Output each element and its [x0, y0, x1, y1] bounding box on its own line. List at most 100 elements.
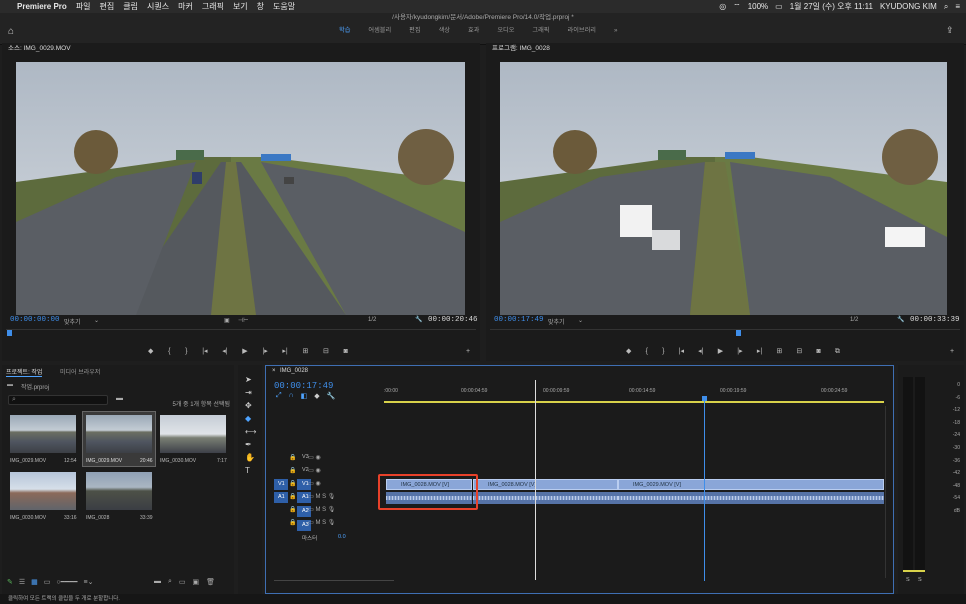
timeline-playhead-line[interactable]: [704, 401, 705, 581]
list-view-icon[interactable]: ☰: [19, 578, 25, 586]
project-item-thumb[interactable]: [160, 415, 226, 453]
track-lock-icon[interactable]: 🔒 ▭ M S 🎙: [289, 491, 335, 504]
timeline-settings-icon[interactable]: 🔧: [327, 392, 336, 400]
control-center-icon[interactable]: ≡: [955, 2, 960, 11]
more-workspaces-button[interactable]: »: [605, 24, 626, 38]
snap-icon[interactable]: ∩: [289, 392, 294, 400]
wrench-icon[interactable]: 🔧: [897, 316, 904, 323]
go-to-in-icon[interactable]: |◂: [679, 346, 684, 358]
horizontal-scrollbar[interactable]: [274, 580, 394, 585]
wifi-icon[interactable]: ⌔: [733, 2, 741, 12]
add-button-icon[interactable]: +: [950, 346, 954, 358]
track-lock-icon[interactable]: 🔒 ▭ ◉: [289, 478, 335, 491]
tab-assembly[interactable]: 어셈블리: [359, 24, 400, 38]
program-timecode[interactable]: 00:00:17:49: [494, 316, 544, 324]
source-resolution-select[interactable]: 1/2: [368, 317, 376, 323]
program-scrubber[interactable]: [490, 329, 960, 336]
project-search-input[interactable]: ⌕: [8, 395, 108, 405]
step-forward-icon[interactable]: |▸: [262, 346, 267, 358]
marker-icon[interactable]: ◆: [626, 346, 631, 358]
menu-edit[interactable]: 편집: [100, 1, 115, 12]
program-fit-select[interactable]: 맞추기: [548, 317, 565, 326]
play-icon[interactable]: ▶: [718, 346, 723, 358]
pen-tool-icon[interactable]: ✒: [245, 440, 256, 449]
slip-tool-icon[interactable]: ⟷: [245, 427, 256, 436]
mark-in-icon[interactable]: {: [168, 346, 170, 358]
clip-video[interactable]: IMG_0029.MOV [V]: [618, 479, 884, 490]
track-select-tool-icon[interactable]: ⇥: [245, 388, 256, 397]
time-ruler[interactable]: :00:00 00:00:04:59 00:00:09:59 00:00:14:…: [384, 386, 886, 398]
sequence-tab[interactable]: IMG_0028: [280, 368, 308, 374]
menu-sequence[interactable]: 시퀀스: [147, 1, 169, 12]
sort-icon[interactable]: ≡⌄: [84, 578, 94, 586]
hand-tool-icon[interactable]: ✋: [245, 453, 256, 462]
menu-view[interactable]: 보기: [233, 1, 248, 12]
tab-libraries[interactable]: 라이브러리: [559, 24, 605, 38]
solo-right-button[interactable]: S: [918, 577, 922, 583]
tab-graphics[interactable]: 그래픽: [523, 24, 558, 38]
tab-audio[interactable]: 오디오: [488, 24, 523, 38]
menu-help[interactable]: 도움말: [273, 1, 295, 12]
source-fit-chevron-icon[interactable]: ⌄: [94, 317, 99, 324]
marker-icon[interactable]: ◆: [148, 346, 153, 358]
program-resolution-select[interactable]: 1/2: [850, 317, 858, 323]
project-item-thumb[interactable]: [86, 472, 152, 510]
overwrite-icon[interactable]: ⊟: [323, 346, 329, 358]
program-fit-chevron-icon[interactable]: ⌄: [578, 317, 583, 324]
ripple-edit-tool-icon[interactable]: ✥: [245, 401, 256, 410]
solo-left-button[interactable]: S: [906, 577, 910, 583]
project-item-thumb[interactable]: [10, 472, 76, 510]
work-area-bar[interactable]: [384, 401, 884, 403]
compare-icon[interactable]: ⧉: [835, 346, 840, 358]
program-monitor-title[interactable]: 프로그램: IMG_0028: [486, 43, 964, 54]
add-marker-icon[interactable]: ◆: [314, 392, 319, 400]
clip-video[interactable]: IMG_0028.MOV [V]: [473, 479, 618, 490]
menu-graphics[interactable]: 그래픽: [202, 1, 224, 12]
type-tool-icon[interactable]: T: [245, 466, 256, 475]
master-value[interactable]: 0.0: [338, 534, 346, 540]
freeform-view-icon[interactable]: ▭: [44, 578, 51, 586]
tab-color[interactable]: 색상: [430, 24, 459, 38]
source-timecode[interactable]: 00:00:00:00: [10, 316, 60, 324]
timeline-timecode[interactable]: 00:00:17:49: [274, 381, 333, 391]
new-bin-icon[interactable]: ▬: [116, 395, 123, 402]
insert-icon[interactable]: ⊞: [302, 346, 308, 358]
go-to-out-icon[interactable]: ▸|: [757, 346, 762, 358]
tab-project[interactable]: 프로젝트: 작업: [6, 367, 43, 377]
track-lock-icon[interactable]: 🔒 ▭ ◉: [289, 465, 335, 478]
program-video-frame[interactable]: [500, 62, 947, 315]
source-monitor-title[interactable]: 소스: IMG_0029.MOV: [2, 43, 480, 54]
source-video-frame[interactable]: [16, 62, 465, 315]
battery-icon[interactable]: ▭: [775, 2, 783, 11]
share-icon[interactable]: ⇪: [946, 25, 954, 36]
cc-icon[interactable]: ◎: [719, 2, 726, 11]
go-to-in-icon[interactable]: |◂: [202, 346, 207, 358]
tab-editing[interactable]: 편집: [400, 24, 429, 38]
track-lock-icon[interactable]: 🔒 ▭ ◉: [289, 452, 335, 465]
razor-tool-icon[interactable]: ◆: [245, 414, 256, 423]
clip-audio[interactable]: [473, 492, 618, 504]
track-lock-icon[interactable]: 🔒 ▭ M S 🎙: [289, 517, 335, 530]
step-forward-icon[interactable]: |▸: [737, 346, 742, 358]
clock[interactable]: 1월 27일 (수) 오후 11:11: [790, 1, 873, 12]
find-icon[interactable]: ⌕: [168, 578, 172, 586]
app-menu[interactable]: Premiere Pro: [17, 2, 67, 11]
search-icon[interactable]: ⌕: [944, 2, 948, 12]
source-playhead[interactable]: [7, 330, 12, 336]
play-icon[interactable]: ▶: [242, 346, 247, 358]
mark-out-icon[interactable]: }: [185, 346, 187, 358]
new-bin-icon[interactable]: ▬: [154, 578, 161, 586]
trash-icon[interactable]: 🗑: [206, 578, 215, 586]
zoom-slider[interactable]: ○━━━━: [56, 578, 77, 586]
go-to-out-icon[interactable]: ▸|: [282, 346, 287, 358]
icon-view-icon[interactable]: ▦: [31, 578, 38, 586]
linked-selection-icon[interactable]: ◧: [301, 392, 308, 400]
step-back-icon[interactable]: ◂|: [222, 346, 227, 358]
source-fit-select[interactable]: 맞추기: [64, 317, 81, 326]
clip-audio[interactable]: [618, 492, 884, 504]
menu-file[interactable]: 파일: [76, 1, 91, 12]
step-back-icon[interactable]: ◂|: [698, 346, 703, 358]
selection-tool-icon[interactable]: ➤: [245, 375, 256, 384]
extract-icon[interactable]: ⊟: [796, 346, 802, 358]
source-settings-icon[interactable]: ▣: [224, 317, 230, 324]
